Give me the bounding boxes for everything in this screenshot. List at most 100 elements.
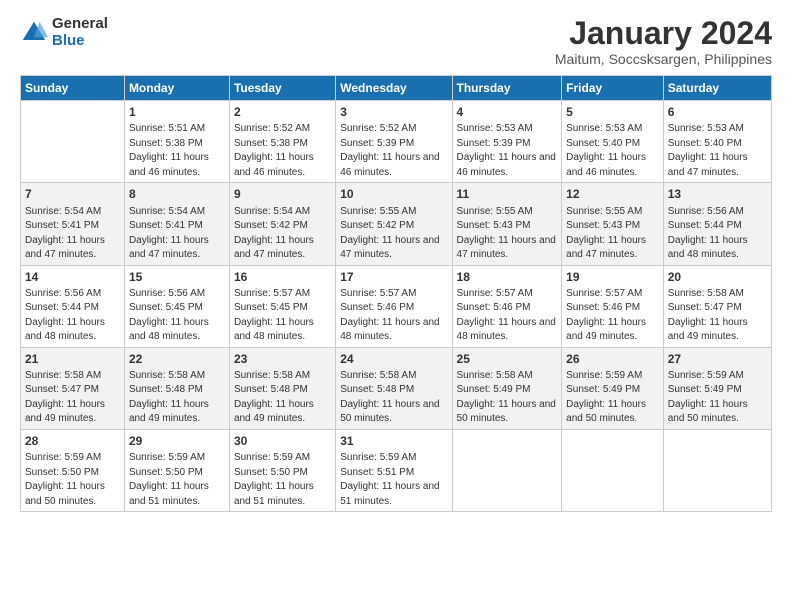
cell-2-2: 16 Sunrise: 5:57 AMSunset: 5:45 PMDayligh…	[229, 265, 335, 347]
cell-3-2: 23Sunrise: 5:58 AMSunset: 5:48 PMDayligh…	[229, 347, 335, 429]
logo-text: General Blue	[52, 16, 108, 49]
header: General Blue January 2024 Maitum, Soccsk…	[20, 16, 772, 67]
cell-3-1: 22Sunrise: 5:58 AMSunset: 5:48 PMDayligh…	[124, 347, 229, 429]
cell-info: Sunrise: 5:59 AMSunset: 5:50 PMDaylight:…	[234, 452, 314, 507]
day-number: 11	[457, 186, 558, 202]
cell-3-5: 26 Sunrise: 5:59 AMSunset: 5:49 PMDayligh…	[562, 347, 664, 429]
cell-info: Sunrise: 5:59 AMSunset: 5:49 PMDaylight:…	[668, 370, 748, 425]
main-title: January 2024	[555, 16, 772, 51]
cell-info: Sunrise: 5:51 AMSunset: 5:38 PMDaylight:…	[129, 123, 209, 178]
cell-info: Sunrise: 5:57 AMSunset: 5:46 PMDaylight:…	[340, 288, 439, 343]
cell-2-4: 18 Sunrise: 5:57 AMSunset: 5:46 PMDayligh…	[452, 265, 562, 347]
cell-4-2: 30 Sunrise: 5:59 AMSunset: 5:50 PMDayligh…	[229, 429, 335, 511]
cell-1-3: 10 Sunrise: 5:55 AMSunset: 5:42 PMDayligh…	[336, 183, 452, 265]
cell-2-6: 20 Sunrise: 5:58 AMSunset: 5:47 PMDayligh…	[663, 265, 771, 347]
cell-2-3: 17 Sunrise: 5:57 AMSunset: 5:46 PMDayligh…	[336, 265, 452, 347]
cell-info: Sunrise: 5:54 AMSunset: 5:41 PMDaylight:…	[129, 206, 209, 261]
day-number: 8	[129, 186, 225, 202]
cell-info: Sunrise: 5:53 AMSunset: 5:40 PMDaylight:…	[566, 123, 646, 178]
day-number: 17	[340, 269, 447, 285]
cell-info: Sunrise: 5:59 AMSunset: 5:50 PMDaylight:…	[25, 452, 105, 507]
week-row-3: 21 Sunrise: 5:58 AMSunset: 5:47 PMDayligh…	[21, 347, 772, 429]
header-monday: Monday	[124, 76, 229, 101]
cell-info: Sunrise: 5:59 AMSunset: 5:49 PMDaylight:…	[566, 370, 646, 425]
day-number: 26	[566, 351, 659, 367]
cell-info: Sunrise: 5:55 AMSunset: 5:42 PMDaylight:…	[340, 206, 439, 261]
cell-4-5	[562, 429, 664, 511]
week-row-1: 7 Sunrise: 5:54 AMSunset: 5:41 PMDaylight…	[21, 183, 772, 265]
day-number: 31	[340, 433, 447, 449]
page: General Blue January 2024 Maitum, Soccsk…	[0, 0, 792, 522]
cell-info: Sunrise: 5:58 AMSunset: 5:48 PMDaylight:…	[234, 370, 314, 425]
day-number: 7	[25, 186, 120, 202]
week-row-4: 28Sunrise: 5:59 AMSunset: 5:50 PMDayligh…	[21, 429, 772, 511]
day-number: 29	[129, 433, 225, 449]
cell-info: Sunrise: 5:57 AMSunset: 5:45 PMDaylight:…	[234, 288, 314, 343]
cell-info: Sunrise: 5:58 AMSunset: 5:47 PMDaylight:…	[25, 370, 105, 425]
cell-2-1: 15 Sunrise: 5:56 AMSunset: 5:45 PMDayligh…	[124, 265, 229, 347]
cell-1-1: 8 Sunrise: 5:54 AMSunset: 5:41 PMDaylight…	[124, 183, 229, 265]
header-thursday: Thursday	[452, 76, 562, 101]
header-friday: Friday	[562, 76, 664, 101]
calendar-table: Sunday Monday Tuesday Wednesday Thursday…	[20, 75, 772, 512]
header-row: Sunday Monday Tuesday Wednesday Thursday…	[21, 76, 772, 101]
cell-info: Sunrise: 5:52 AMSunset: 5:39 PMDaylight:…	[340, 123, 439, 178]
day-number: 27	[668, 351, 767, 367]
day-number: 3	[340, 104, 447, 120]
cell-info: Sunrise: 5:53 AMSunset: 5:39 PMDaylight:…	[457, 123, 556, 178]
day-number: 5	[566, 104, 659, 120]
cell-info: Sunrise: 5:56 AMSunset: 5:44 PMDaylight:…	[668, 206, 748, 261]
day-number: 4	[457, 104, 558, 120]
logo-general-text: General	[52, 16, 108, 33]
day-number: 20	[668, 269, 767, 285]
day-number: 14	[25, 269, 120, 285]
logo-icon	[20, 19, 48, 47]
cell-0-5: 5 Sunrise: 5:53 AMSunset: 5:40 PMDaylight…	[562, 101, 664, 183]
day-number: 25	[457, 351, 558, 367]
day-number: 10	[340, 186, 447, 202]
cell-4-4	[452, 429, 562, 511]
cell-info: Sunrise: 5:58 AMSunset: 5:49 PMDaylight:…	[457, 370, 556, 425]
cell-2-0: 14 Sunrise: 5:56 AMSunset: 5:44 PMDayligh…	[21, 265, 125, 347]
day-number: 16	[234, 269, 331, 285]
cell-1-6: 13 Sunrise: 5:56 AMSunset: 5:44 PMDayligh…	[663, 183, 771, 265]
day-number: 30	[234, 433, 331, 449]
cell-info: Sunrise: 5:59 AMSunset: 5:50 PMDaylight:…	[129, 452, 209, 507]
cell-info: Sunrise: 5:54 AMSunset: 5:42 PMDaylight:…	[234, 206, 314, 261]
week-row-2: 14 Sunrise: 5:56 AMSunset: 5:44 PMDayligh…	[21, 265, 772, 347]
cell-info: Sunrise: 5:56 AMSunset: 5:45 PMDaylight:…	[129, 288, 209, 343]
cell-1-0: 7 Sunrise: 5:54 AMSunset: 5:41 PMDaylight…	[21, 183, 125, 265]
cell-4-0: 28Sunrise: 5:59 AMSunset: 5:50 PMDayligh…	[21, 429, 125, 511]
cell-0-4: 4 Sunrise: 5:53 AMSunset: 5:39 PMDaylight…	[452, 101, 562, 183]
cell-0-2: 2Sunrise: 5:52 AMSunset: 5:38 PMDaylight…	[229, 101, 335, 183]
subtitle: Maitum, Soccsksargen, Philippines	[555, 51, 772, 67]
day-number: 21	[25, 351, 120, 367]
cell-2-5: 19 Sunrise: 5:57 AMSunset: 5:46 PMDayligh…	[562, 265, 664, 347]
day-number: 18	[457, 269, 558, 285]
cell-3-0: 21 Sunrise: 5:58 AMSunset: 5:47 PMDayligh…	[21, 347, 125, 429]
day-number: 1	[129, 104, 225, 120]
week-row-0: 1 Sunrise: 5:51 AMSunset: 5:38 PMDaylight…	[21, 101, 772, 183]
day-number: 24	[340, 351, 447, 367]
cell-3-6: 27 Sunrise: 5:59 AMSunset: 5:49 PMDayligh…	[663, 347, 771, 429]
cell-1-4: 11Sunrise: 5:55 AMSunset: 5:43 PMDayligh…	[452, 183, 562, 265]
day-number: 22	[129, 351, 225, 367]
cell-0-6: 6Sunrise: 5:53 AMSunset: 5:40 PMDaylight…	[663, 101, 771, 183]
logo-blue-text: Blue	[52, 33, 108, 50]
cell-info: Sunrise: 5:57 AMSunset: 5:46 PMDaylight:…	[566, 288, 646, 343]
logo: General Blue	[20, 16, 108, 49]
day-number: 6	[668, 104, 767, 120]
cell-info: Sunrise: 5:54 AMSunset: 5:41 PMDaylight:…	[25, 206, 105, 261]
cell-info: Sunrise: 5:56 AMSunset: 5:44 PMDaylight:…	[25, 288, 105, 343]
day-number: 13	[668, 186, 767, 202]
day-number: 19	[566, 269, 659, 285]
cell-3-3: 24Sunrise: 5:58 AMSunset: 5:48 PMDayligh…	[336, 347, 452, 429]
cell-1-2: 9Sunrise: 5:54 AMSunset: 5:42 PMDaylight…	[229, 183, 335, 265]
header-sunday: Sunday	[21, 76, 125, 101]
cell-info: Sunrise: 5:57 AMSunset: 5:46 PMDaylight:…	[457, 288, 556, 343]
cell-info: Sunrise: 5:58 AMSunset: 5:47 PMDaylight:…	[668, 288, 748, 343]
day-number: 15	[129, 269, 225, 285]
cell-1-5: 12Sunrise: 5:55 AMSunset: 5:43 PMDayligh…	[562, 183, 664, 265]
cell-0-1: 1 Sunrise: 5:51 AMSunset: 5:38 PMDaylight…	[124, 101, 229, 183]
cell-0-0	[21, 101, 125, 183]
